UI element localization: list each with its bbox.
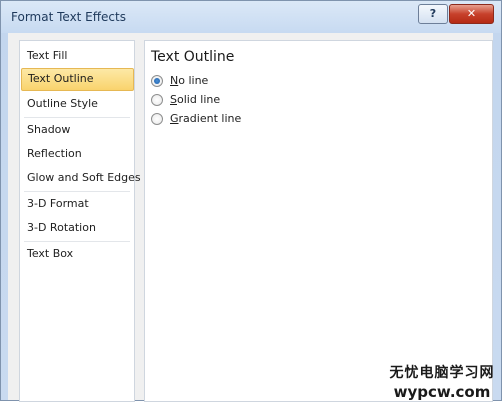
nav-item-text-fill[interactable]: Text Fill <box>20 45 134 67</box>
dialog-body: Text Fill Text Outline Outline Style Sha… <box>8 33 493 402</box>
nav-item-label: Text Box <box>27 247 74 260</box>
divider <box>24 241 130 242</box>
nav-item-outline-style[interactable]: Outline Style <box>20 93 134 115</box>
nav-item-label: Text Fill <box>27 49 68 62</box>
nav-item-label: Glow and Soft Edges <box>27 171 141 184</box>
nav-item-label: Reflection <box>27 147 82 160</box>
nav-item-label: 3-D Rotation <box>27 221 96 234</box>
label-rest: o line <box>178 74 209 87</box>
panel-heading: Text Outline <box>151 49 235 65</box>
radio-button-checked[interactable] <box>151 75 163 87</box>
nav-item-label: Text Outline <box>28 72 94 85</box>
watermark-url: wypcw.com <box>393 383 491 401</box>
label-rest: radient line <box>178 112 242 125</box>
nav-item-label: Outline Style <box>27 97 98 110</box>
nav-item-3d-rotation[interactable]: 3-D Rotation <box>20 217 134 239</box>
solid-line-label[interactable]: Solid line <box>170 93 220 106</box>
nav-item-text-outline[interactable]: Text Outline <box>21 68 134 91</box>
no-line-label[interactable]: No line <box>170 74 208 87</box>
nav-item-text-box[interactable]: Text Box <box>20 243 134 265</box>
category-list: Text Fill Text Outline Outline Style Sha… <box>19 40 141 402</box>
site-watermark: 无忧电脑学习网 wypcw.com <box>386 362 498 401</box>
accesskey: G <box>170 112 179 125</box>
nav-item-reflection[interactable]: Reflection <box>20 143 134 165</box>
accesskey: N <box>170 74 179 87</box>
close-button[interactable]: ✕ <box>449 4 494 24</box>
divider <box>24 117 130 118</box>
help-button[interactable]: ? <box>418 4 448 24</box>
nav-item-label: 3-D Format <box>27 197 89 210</box>
nav-item-3d-format[interactable]: 3-D Format <box>20 193 134 215</box>
format-text-effects-dialog: Format Text Effects ? ✕ Text Fill Text O… <box>0 0 502 402</box>
close-icon: ✕ <box>466 7 477 20</box>
accesskey: S <box>170 93 177 106</box>
divider <box>24 191 130 192</box>
radio-button[interactable] <box>151 113 163 125</box>
help-icon: ? <box>429 7 437 20</box>
nav-item-label: Shadow <box>27 123 71 136</box>
nav-item-shadow[interactable]: Shadow <box>20 119 134 141</box>
dialog-title: Format Text Effects <box>11 10 126 24</box>
radio-button[interactable] <box>151 94 163 106</box>
title-bar[interactable]: Format Text Effects ? ✕ <box>1 1 501 33</box>
nav-item-glow-and-soft-edges[interactable]: Glow and Soft Edges <box>20 167 141 189</box>
settings-panel: Text Outline No line Solid line Gradient… <box>144 40 493 402</box>
label-rest: olid line <box>176 93 221 106</box>
watermark-name: 无忧电脑学习网 <box>389 365 495 381</box>
gradient-line-label[interactable]: Gradient line <box>170 112 241 125</box>
